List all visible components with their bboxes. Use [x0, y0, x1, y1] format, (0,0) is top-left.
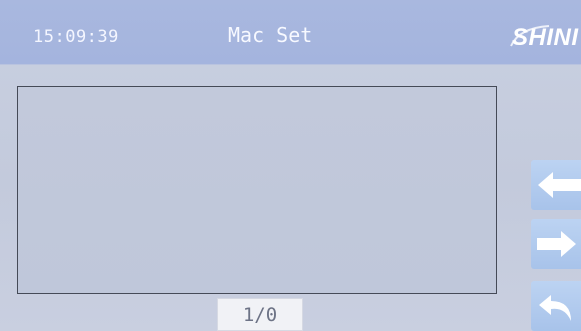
title-bar: 15:09:39 Mac Set SHINI	[0, 0, 581, 65]
previous-page-button[interactable]	[531, 160, 581, 210]
arrow-left-icon	[538, 172, 581, 198]
screen-title: Mac Set	[228, 23, 313, 47]
brand-logo: SHINI	[509, 24, 581, 54]
hmi-screen: 15:09:39 Mac Set SHINI 1/0	[0, 0, 581, 331]
content-panel	[17, 86, 497, 294]
next-page-button[interactable]	[531, 219, 581, 269]
return-button[interactable]	[531, 281, 581, 331]
logo-text: SHINI	[512, 24, 579, 51]
arrow-right-icon	[537, 231, 576, 257]
page-indicator: 1/0	[217, 298, 303, 331]
clock-readout: 15:09:39	[33, 27, 119, 47]
return-icon	[539, 295, 571, 321]
